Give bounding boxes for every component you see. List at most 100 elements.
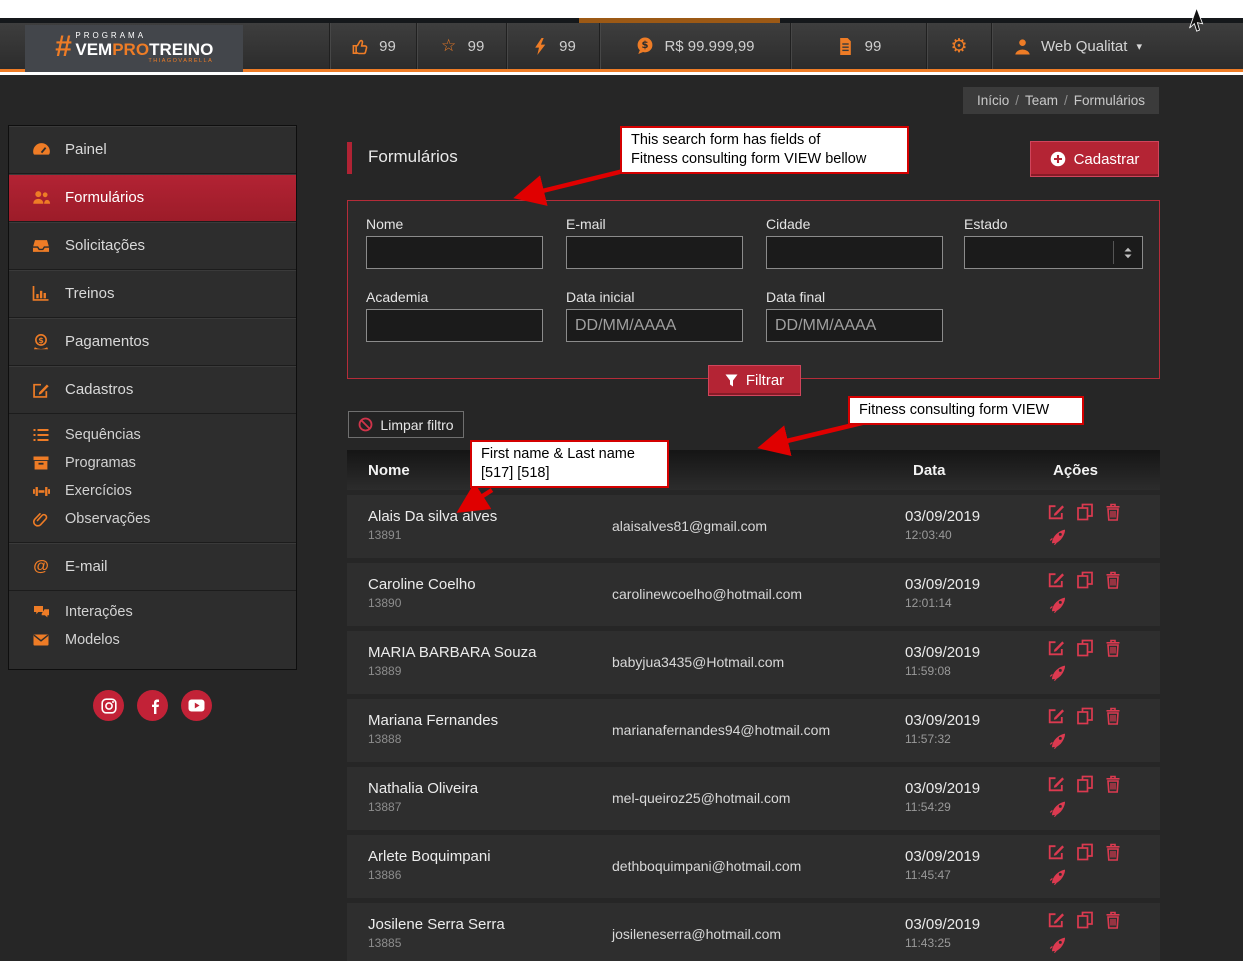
row-time: 11:57:32 bbox=[905, 732, 951, 746]
copy-icon[interactable] bbox=[1076, 639, 1094, 657]
edit-icon bbox=[31, 382, 51, 398]
trash-icon[interactable] bbox=[1105, 911, 1121, 929]
copy-icon[interactable] bbox=[1076, 707, 1094, 725]
row-email: alaisalves81@gmail.com bbox=[612, 518, 768, 534]
copy-icon[interactable] bbox=[1076, 843, 1094, 861]
trash-icon[interactable] bbox=[1105, 639, 1121, 657]
rocket-icon[interactable] bbox=[1049, 935, 1068, 954]
limpar-filtro-button[interactable]: Limpar filtro bbox=[348, 411, 464, 438]
row-name: MARIA BARBARA Souza bbox=[368, 644, 537, 661]
copy-icon[interactable] bbox=[1076, 911, 1094, 929]
sidebar-item-formularios[interactable]: Formulários bbox=[9, 174, 296, 222]
sidebar-item-treinos[interactable]: Treinos bbox=[9, 270, 296, 318]
breadcrumb-formularios: Formulários bbox=[1073, 93, 1146, 108]
edit-icon[interactable] bbox=[1047, 911, 1065, 929]
rocket-icon[interactable] bbox=[1049, 799, 1068, 818]
edit-icon[interactable] bbox=[1047, 503, 1065, 521]
col-nome: Nome bbox=[368, 462, 410, 479]
row-email: dethboquimpani@hotmail.com bbox=[612, 858, 802, 874]
copy-icon[interactable] bbox=[1076, 775, 1094, 793]
list-icon bbox=[31, 428, 51, 442]
sidebar-item-cadastros[interactable]: Cadastros bbox=[9, 366, 296, 414]
documents-stat[interactable]: 99 bbox=[790, 23, 926, 69]
sidebar-item-sequencias[interactable]: Sequências bbox=[9, 421, 296, 449]
row-email: marianafernandes94@hotmail.com bbox=[612, 722, 831, 738]
data-final-label: Data final bbox=[766, 289, 826, 305]
cadastrar-button[interactable]: Cadastrar bbox=[1030, 141, 1159, 177]
brand-logo[interactable]: # PROGRAMA VEMPROTREINO THIAGOVARELLA bbox=[25, 25, 243, 72]
settings-button[interactable]: ⚙ bbox=[926, 23, 991, 69]
rocket-icon[interactable] bbox=[1049, 595, 1068, 614]
table-row: Caroline Coelho 13890 carolinewcoelho@ho… bbox=[347, 563, 1160, 626]
inbox-icon bbox=[31, 238, 51, 253]
likes-count: 99 bbox=[379, 37, 396, 55]
logo-program-text: PROGRAMA bbox=[75, 31, 147, 41]
facebook-icon[interactable] bbox=[137, 690, 168, 721]
email-input[interactable] bbox=[566, 236, 743, 269]
sidebar-item-painel[interactable]: Painel bbox=[9, 126, 296, 174]
copy-icon[interactable] bbox=[1076, 503, 1094, 521]
row-date: 03/09/2019 bbox=[905, 780, 981, 797]
academia-input[interactable] bbox=[366, 309, 543, 342]
trash-icon[interactable] bbox=[1105, 775, 1121, 793]
sidebar-item-modelos[interactable]: Modelos bbox=[9, 626, 296, 654]
instagram-icon[interactable] bbox=[93, 690, 124, 721]
row-name: Mariana Fernandes bbox=[368, 712, 499, 729]
trash-icon[interactable] bbox=[1105, 503, 1121, 521]
edit-icon[interactable] bbox=[1047, 639, 1065, 657]
cidade-input[interactable] bbox=[766, 236, 943, 269]
money-amount: R$ 99.999,99 bbox=[664, 37, 755, 55]
row-date: 03/09/2019 bbox=[905, 576, 981, 593]
trash-icon[interactable] bbox=[1105, 843, 1121, 861]
sidebar-item-solicitacoes[interactable]: Solicitações bbox=[9, 222, 296, 270]
ban-icon bbox=[358, 417, 373, 432]
edit-icon[interactable] bbox=[1047, 707, 1065, 725]
at-icon: @ bbox=[33, 557, 49, 575]
paperclip-icon bbox=[31, 512, 51, 527]
rocket-icon[interactable] bbox=[1049, 867, 1068, 886]
sidebar-item-observacoes[interactable]: Observações bbox=[9, 505, 296, 533]
rocket-icon[interactable] bbox=[1049, 527, 1068, 546]
edit-icon[interactable] bbox=[1047, 843, 1065, 861]
sidebar-label: Cadastros bbox=[65, 381, 134, 398]
row-email: josileneserra@hotmail.com bbox=[612, 926, 782, 942]
edit-icon[interactable] bbox=[1047, 571, 1065, 589]
sidebar-item-email[interactable]: @ E-mail bbox=[9, 543, 296, 591]
academia-label: Academia bbox=[366, 289, 429, 305]
comments-icon bbox=[31, 605, 51, 619]
row-time: 12:01:14 bbox=[905, 596, 952, 610]
copy-icon[interactable] bbox=[1076, 571, 1094, 589]
user-menu[interactable]: Web Qualitat ▾ bbox=[991, 23, 1243, 69]
rocket-icon[interactable] bbox=[1049, 663, 1068, 682]
estado-select[interactable] bbox=[964, 236, 1143, 269]
sidebar-item-pagamentos[interactable]: $ Pagamentos bbox=[9, 318, 296, 366]
data-inicial-input[interactable] bbox=[566, 309, 743, 342]
nome-label: Nome bbox=[366, 216, 404, 232]
edit-icon[interactable] bbox=[1047, 775, 1065, 793]
sidebar-item-exercicios[interactable]: Exercícios bbox=[9, 477, 296, 505]
bolts-stat[interactable]: 99 bbox=[506, 23, 599, 69]
sidebar-item-programas[interactable]: Programas bbox=[9, 449, 296, 477]
data-final-input[interactable] bbox=[766, 309, 943, 342]
row-id: 13886 bbox=[368, 868, 402, 882]
youtube-icon[interactable] bbox=[181, 690, 212, 721]
table-row: Nathalia Oliveira 13887 mel-queiroz25@ho… bbox=[347, 767, 1160, 830]
stars-stat[interactable]: ☆ 99 bbox=[416, 23, 506, 69]
sidebar-label: Formulários bbox=[65, 189, 145, 206]
breadcrumb-team[interactable]: Team bbox=[1025, 93, 1058, 108]
trash-icon[interactable] bbox=[1105, 571, 1121, 589]
sidebar-label: Programas bbox=[65, 455, 136, 471]
trash-icon[interactable] bbox=[1105, 707, 1121, 725]
breadcrumb-inicio[interactable]: Início bbox=[977, 93, 1009, 108]
filtrar-button[interactable]: Filtrar bbox=[708, 365, 801, 396]
stars-count: 99 bbox=[467, 37, 485, 55]
likes-stat[interactable]: 99 bbox=[329, 23, 416, 69]
breadcrumb: Início / Team / Formulários bbox=[963, 87, 1159, 114]
nome-input[interactable] bbox=[366, 236, 543, 269]
funnel-icon bbox=[725, 374, 738, 387]
money-stat[interactable]: $ R$ 99.999,99 bbox=[599, 23, 790, 69]
sidebar-item-interacoes[interactable]: Interações bbox=[9, 598, 296, 626]
row-name: Caroline Coelho bbox=[368, 576, 476, 593]
rocket-icon[interactable] bbox=[1049, 731, 1068, 750]
row-name: Nathalia Oliveira bbox=[368, 780, 479, 797]
